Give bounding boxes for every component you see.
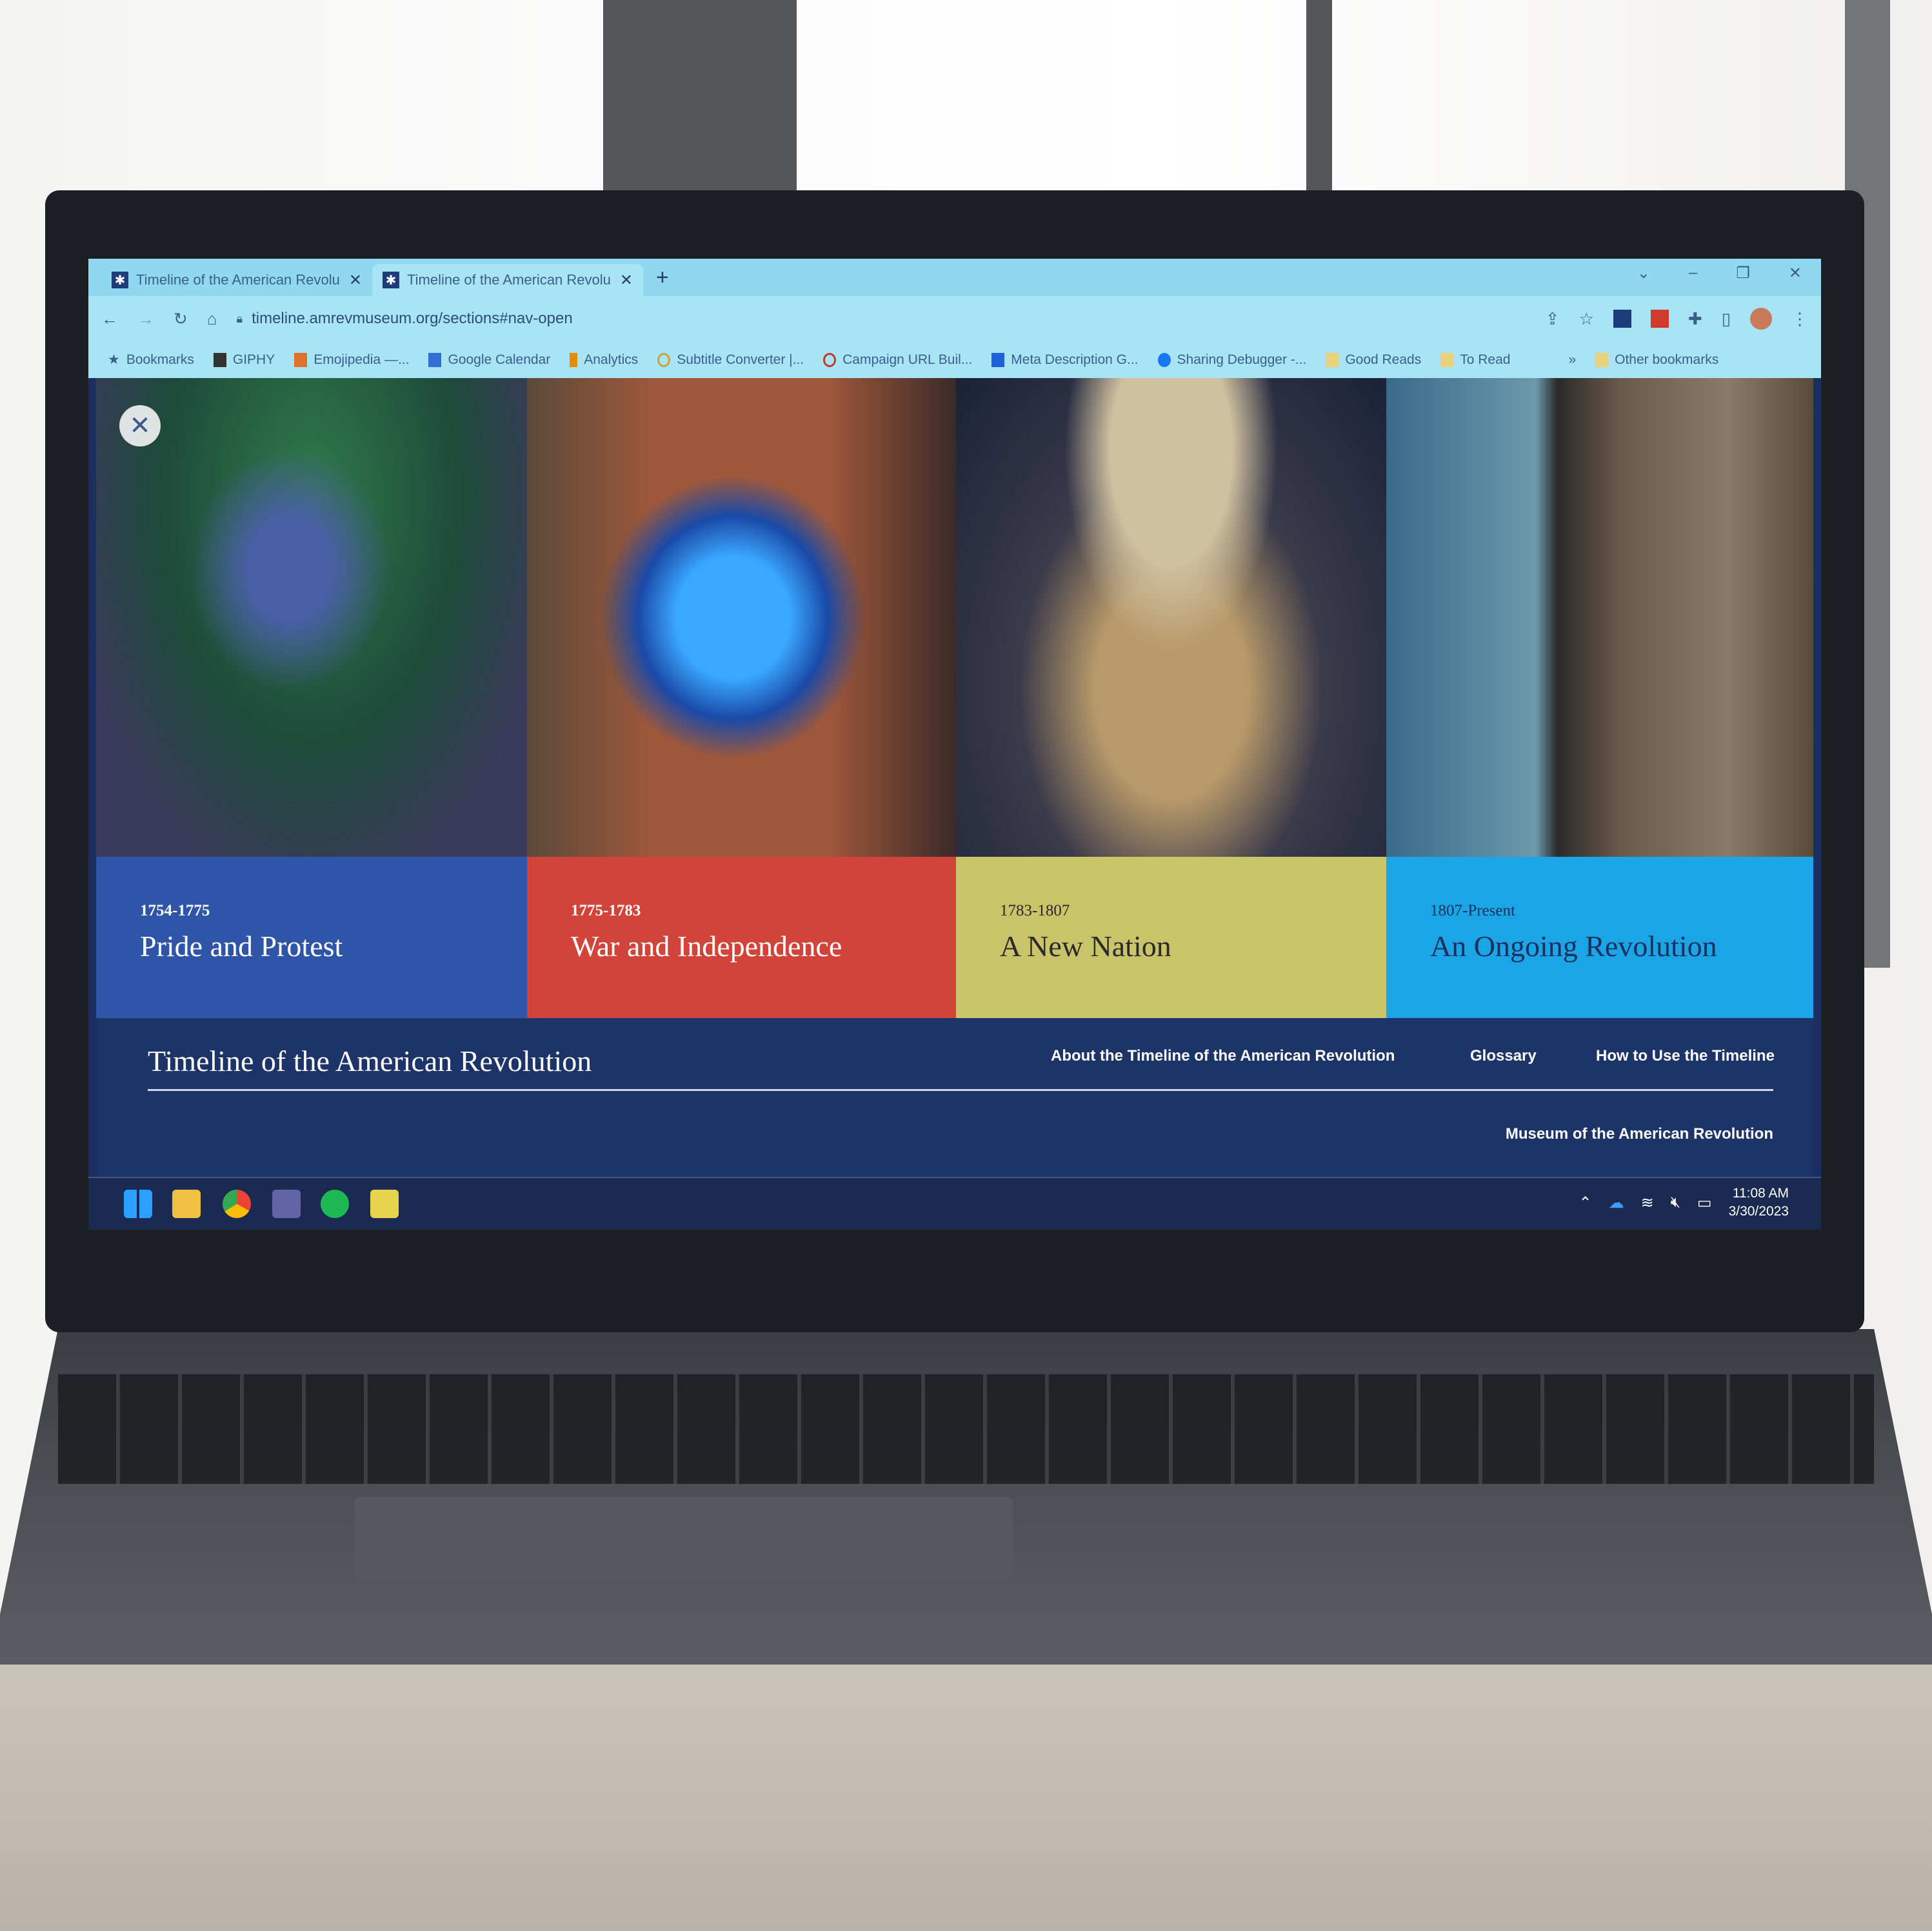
windows-start-icon[interactable]: [124, 1190, 152, 1218]
wifi-icon[interactable]: ≋: [1641, 1194, 1654, 1212]
minimize-icon[interactable]: –: [1689, 264, 1697, 283]
bookmark-item[interactable]: Emojipedia —...: [294, 352, 409, 368]
period-card-a-new-nation[interactable]: 1783-1807 A New Nation: [956, 378, 1386, 1023]
emojipedia-icon: [294, 352, 308, 367]
bookmark-item[interactable]: Subtitle Converter |...: [657, 352, 804, 368]
meta-icon: [991, 352, 1005, 367]
bookmarks-bar: ★ Bookmarks GIPHY Emojipedia —... Google …: [88, 341, 1821, 378]
laptop-screen: ✱ Timeline of the American Revolu ✕ ✱ Ti…: [88, 259, 1821, 1230]
period-card-pride-and-protest[interactable]: 1754-1775 Pride and Protest: [96, 378, 527, 1023]
battery-icon[interactable]: ▭: [1697, 1194, 1712, 1212]
site-title[interactable]: Timeline of the American Revolution: [148, 1044, 592, 1078]
close-tab-icon[interactable]: ✕: [620, 271, 633, 290]
profile-avatar[interactable]: [1750, 308, 1772, 330]
side-panel-icon[interactable]: ▯: [1722, 309, 1731, 329]
period-panel: 1807-Present An Ongoing Revolution: [1386, 857, 1813, 1018]
back-icon[interactable]: ←: [101, 309, 118, 329]
browser-toolbar: ← → ↻ ⌂ 🔒︎ timeline.amrevmuseum.org/sect…: [88, 296, 1821, 341]
bookmark-item[interactable]: Campaign URL Buil...: [823, 352, 972, 368]
museum-favicon-icon: ✱: [112, 272, 128, 288]
folder-icon: [1440, 352, 1454, 367]
timeline-page: 1754-1775 Pride and Protest 1775-1783 Wa…: [88, 378, 1821, 1177]
period-card-an-ongoing-revolution[interactable]: 1807-Present An Ongoing Revolution: [1386, 378, 1813, 1023]
window-frame: [603, 0, 797, 194]
bookmarks-overflow-button[interactable]: »: [1568, 352, 1576, 368]
onedrive-cloud-icon[interactable]: ☁: [1609, 1194, 1624, 1212]
museum-favicon-icon: ✱: [383, 272, 399, 288]
new-tab-button[interactable]: +: [656, 265, 669, 290]
url-text: timeline.amrevmuseum.org/sections#nav-op…: [252, 310, 573, 327]
site-nav: Timeline of the American Revolution Abou…: [96, 1018, 1813, 1177]
extensions-puzzle-icon[interactable]: ✚: [1688, 309, 1702, 329]
chrome-icon[interactable]: [223, 1190, 251, 1218]
tab-search-chevron-icon[interactable]: ⌄: [1637, 264, 1650, 283]
pdf-extension-icon[interactable]: [1650, 310, 1669, 328]
address-bar[interactable]: 🔒︎ timeline.amrevmuseum.org/sections#nav…: [237, 310, 1526, 328]
nav-link-glossary[interactable]: Glossary: [1470, 1047, 1537, 1065]
calendar-icon: [428, 352, 442, 367]
trackpad: [355, 1497, 1013, 1581]
spotify-icon[interactable]: [321, 1190, 349, 1218]
period-card-war-and-independence[interactable]: 1775-1783 War and Independence: [527, 378, 956, 1023]
bookmark-item[interactable]: Sharing Debugger -...: [1157, 352, 1306, 368]
reload-icon[interactable]: ↻: [174, 309, 188, 329]
keyboard: [58, 1374, 1874, 1484]
window-close-icon[interactable]: ✕: [1789, 264, 1802, 283]
bookmark-star-icon[interactable]: ☆: [1579, 309, 1594, 329]
photographs-exhibit-photo: [1386, 378, 1813, 857]
close-nav-button[interactable]: ✕: [119, 405, 161, 446]
window-frame: [1306, 0, 1332, 194]
browser-tab-active[interactable]: ✱ Timeline of the American Revolu ✕: [372, 264, 643, 296]
museum-link[interactable]: Museum of the American Revolution: [1506, 1125, 1773, 1143]
campaign-icon: [823, 352, 837, 367]
bookmark-item[interactable]: Analytics: [570, 352, 638, 368]
declaration-exhibit-photo: [527, 378, 956, 857]
tab-bar: ✱ Timeline of the American Revolu ✕ ✱ Ti…: [88, 259, 1821, 296]
star-icon: ★: [108, 352, 120, 367]
browser-tab[interactable]: ✱ Timeline of the American Revolu ✕: [101, 264, 372, 296]
nav-divider: [148, 1089, 1773, 1091]
close-tab-icon[interactable]: ✕: [349, 271, 362, 290]
speaker-muted-icon[interactable]: 🔇︎: [1671, 1194, 1680, 1212]
bookmark-folder[interactable]: To Read: [1440, 352, 1510, 368]
menu-kebab-icon[interactable]: ⋮: [1791, 309, 1808, 329]
period-panel: 1775-1783 War and Independence: [527, 857, 956, 1018]
sticky-notes-icon[interactable]: [370, 1190, 399, 1218]
lock-icon: 🔒︎: [236, 312, 243, 325]
bookmark-item[interactable]: ★ Bookmarks: [108, 352, 194, 368]
ship-exhibit-photo: [956, 378, 1386, 857]
analytics-icon: [570, 352, 578, 367]
desk: [0, 1652, 1932, 1931]
chevron-up-icon[interactable]: ⌃: [1579, 1194, 1592, 1212]
teams-icon[interactable]: [272, 1190, 301, 1218]
file-explorer-icon[interactable]: [172, 1190, 201, 1218]
bookmark-item[interactable]: Meta Description G...: [991, 352, 1139, 368]
windows-taskbar: ⌃ ☁ ≋ 🔇︎ ▭ 11:08 AM 3/30/2023: [88, 1177, 1821, 1230]
bookmark-folder[interactable]: Good Reads: [1326, 352, 1421, 368]
period-panel: 1783-1807 A New Nation: [956, 857, 1386, 1018]
extension-icon[interactable]: [1613, 310, 1631, 328]
home-icon[interactable]: ⌂: [207, 309, 217, 329]
giphy-icon: [213, 352, 226, 367]
facebook-icon: [1157, 352, 1171, 367]
nav-link-about[interactable]: About the Timeline of the American Revol…: [1051, 1047, 1395, 1065]
bookmark-item[interactable]: GIPHY: [213, 352, 275, 368]
folder-icon: [1595, 352, 1609, 367]
other-bookmarks-folder[interactable]: Other bookmarks: [1595, 352, 1718, 368]
nav-link-how-to-use[interactable]: How to Use the Timeline: [1596, 1047, 1775, 1065]
restore-icon[interactable]: ❐: [1736, 264, 1750, 283]
clock[interactable]: 11:08 AM 3/30/2023: [1729, 1185, 1789, 1221]
forward-icon[interactable]: →: [137, 309, 154, 329]
share-icon[interactable]: ⇪: [1546, 309, 1560, 329]
subtitle-icon: [657, 352, 671, 367]
folder-icon: [1326, 352, 1339, 367]
bookmark-item[interactable]: Google Calendar: [428, 352, 550, 368]
system-tray: ⌃ ☁ ≋ 🔇︎ ▭ 11:08 AM 3/30/2023: [1579, 1185, 1789, 1221]
period-panel: 1754-1775 Pride and Protest: [96, 857, 527, 1018]
tree-exhibit-photo: [96, 378, 527, 857]
